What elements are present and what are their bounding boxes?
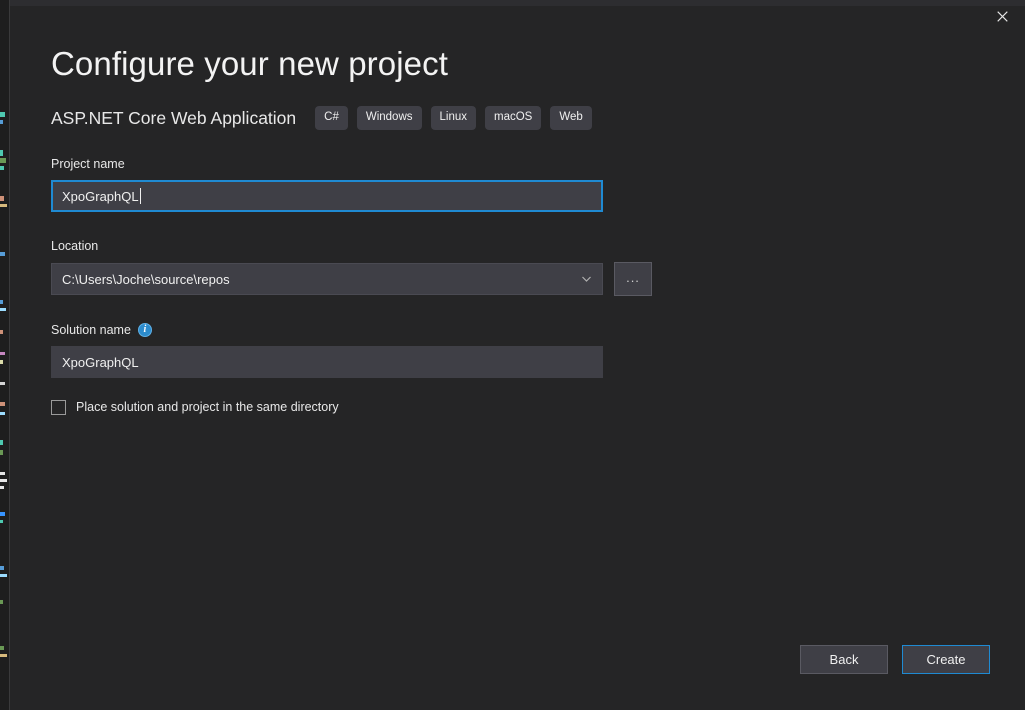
background-code-fragment bbox=[0, 252, 5, 256]
background-code-fragment bbox=[0, 486, 4, 489]
tag-web: Web bbox=[550, 105, 592, 131]
location-value: C:\Users\Joche\source\repos bbox=[62, 271, 230, 287]
background-window-strip bbox=[0, 0, 9, 710]
background-code-fragment bbox=[0, 402, 5, 406]
background-code-fragment bbox=[0, 512, 5, 516]
background-code-fragment bbox=[0, 196, 4, 201]
browse-location-button[interactable]: ... bbox=[614, 262, 652, 296]
chevron-down-icon[interactable] bbox=[576, 276, 596, 282]
background-code-fragment bbox=[0, 600, 3, 604]
template-summary-row: ASP.NET Core Web Application C# Windows … bbox=[51, 105, 991, 131]
background-code-fragment bbox=[0, 330, 3, 334]
background-code-fragment bbox=[0, 204, 7, 207]
background-code-fragment bbox=[0, 479, 7, 482]
background-code-fragment bbox=[0, 300, 3, 304]
dialog-content: Configure your new project ASP.NET Core … bbox=[51, 0, 991, 415]
location-row: C:\Users\Joche\source\repos ... bbox=[51, 262, 991, 296]
template-name: ASP.NET Core Web Application bbox=[51, 107, 297, 128]
project-name-value: XpoGraphQL bbox=[62, 188, 139, 204]
background-code-fragment bbox=[0, 472, 5, 475]
template-tags: C# Windows Linux macOS Web bbox=[315, 105, 592, 131]
location-label: Location bbox=[51, 239, 99, 253]
close-glyph bbox=[996, 10, 1008, 22]
background-code-fragment bbox=[0, 158, 6, 163]
solution-name-input[interactable]: XpoGraphQL bbox=[51, 346, 603, 378]
solution-name-label-row: Solution name i bbox=[51, 322, 991, 338]
background-code-fragment bbox=[0, 440, 3, 445]
project-name-label: Project name bbox=[51, 157, 125, 171]
same-directory-checkbox-row[interactable]: Place solution and project in the same d… bbox=[51, 399, 339, 415]
background-code-fragment bbox=[0, 520, 3, 523]
background-code-fragment bbox=[0, 166, 4, 170]
background-code-fragment bbox=[0, 308, 6, 311]
background-code-fragment bbox=[0, 112, 5, 117]
tag-language: C# bbox=[315, 105, 348, 131]
background-code-fragment bbox=[0, 654, 7, 657]
project-name-input[interactable]: XpoGraphQL bbox=[51, 180, 603, 212]
background-code-fragment bbox=[0, 412, 5, 415]
info-icon[interactable]: i bbox=[137, 323, 152, 337]
tag-windows: Windows bbox=[356, 105, 422, 131]
configure-project-dialog: Configure your new project ASP.NET Core … bbox=[9, 0, 1025, 710]
same-directory-checkbox[interactable] bbox=[51, 399, 66, 415]
background-code-fragment bbox=[0, 150, 3, 156]
dialog-footer: Back Create bbox=[800, 645, 990, 674]
solution-name-value: XpoGraphQL bbox=[62, 354, 139, 370]
back-button[interactable]: Back bbox=[800, 645, 888, 674]
background-code-fragment bbox=[0, 120, 3, 124]
background-code-fragment bbox=[0, 574, 7, 577]
same-directory-label: Place solution and project in the same d… bbox=[76, 400, 339, 414]
create-button[interactable]: Create bbox=[902, 645, 990, 674]
tag-linux: Linux bbox=[430, 105, 476, 131]
background-code-fragment bbox=[0, 450, 3, 455]
solution-name-label: Solution name bbox=[51, 323, 131, 337]
page-title: Configure your new project bbox=[51, 45, 448, 82]
background-code-fragment bbox=[0, 360, 3, 364]
chevron-down-glyph bbox=[581, 276, 591, 282]
background-code-fragment bbox=[0, 566, 4, 570]
background-code-fragment bbox=[0, 382, 5, 385]
location-combobox[interactable]: C:\Users\Joche\source\repos bbox=[51, 263, 603, 295]
background-code-fragment bbox=[0, 352, 5, 355]
text-caret bbox=[139, 188, 141, 204]
background-code-fragment bbox=[0, 646, 4, 650]
tag-macos: macOS bbox=[485, 105, 542, 131]
